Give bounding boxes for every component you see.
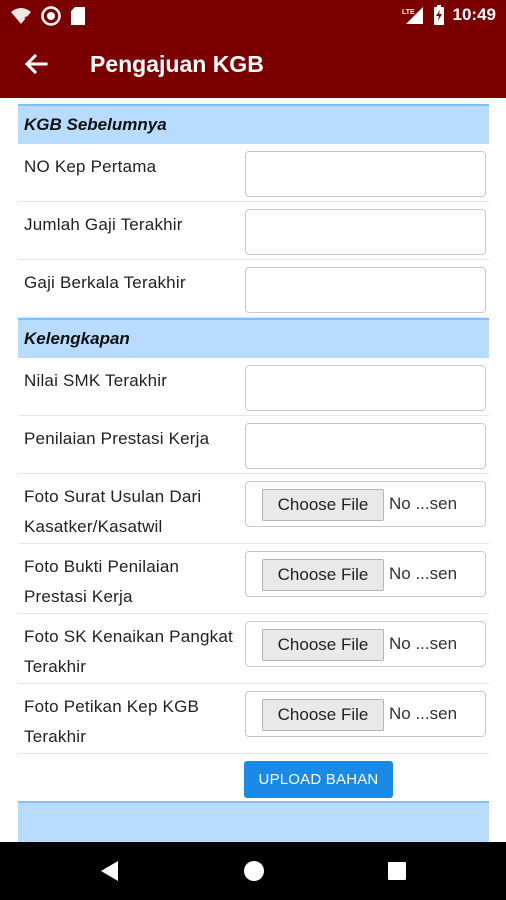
app-bar: Pengajuan KGB bbox=[0, 32, 506, 98]
field-label: NO Kep Pertama bbox=[24, 157, 157, 176]
page-title: Pengajuan KGB bbox=[90, 51, 264, 77]
file-row-sk-kenaikan-pangkat: Foto SK Kenaikan Pangkat Terakhir Choose… bbox=[18, 614, 489, 684]
status-time: 10:49 bbox=[452, 5, 496, 24]
file-input-petikan-kep-kgb[interactable]: Choose File No ...sen bbox=[245, 691, 486, 737]
field-label: Penilaian Prestasi Kerja bbox=[24, 429, 210, 448]
choose-file-button[interactable]: Choose File bbox=[262, 699, 384, 731]
status-bar: ? LTE 10:49 bbox=[0, 0, 506, 32]
no-kep-pertama-input[interactable] bbox=[245, 151, 486, 197]
field-label: Jumlah Gaji Terakhir bbox=[24, 215, 183, 234]
field-label: Foto Bukti Penilaian Prestasi Kerja bbox=[24, 557, 180, 606]
section-title: KGB Sebelumnya bbox=[24, 115, 167, 134]
field-label: Nilai SMK Terakhir bbox=[24, 371, 168, 390]
file-status: No ...sen bbox=[389, 564, 458, 583]
footer-band bbox=[18, 801, 489, 842]
circle-record-icon bbox=[41, 6, 61, 26]
field-label: Foto Surat Usulan Dari Kasatker/Kasatwil bbox=[24, 487, 202, 536]
file-input-sk-kenaikan-pangkat[interactable]: Choose File No ...sen bbox=[245, 621, 486, 667]
field-label: Foto SK Kenaikan Pangkat Terakhir bbox=[24, 627, 233, 676]
choose-file-button[interactable]: Choose File bbox=[262, 489, 384, 521]
svg-text:?: ? bbox=[24, 15, 30, 25]
recents-square-icon[interactable] bbox=[383, 857, 411, 885]
jumlah-gaji-terakhir-input[interactable] bbox=[245, 209, 486, 255]
gaji-berkala-terakhir-input[interactable] bbox=[245, 267, 486, 313]
wifi-question-icon: ? bbox=[11, 8, 31, 25]
nilai-smk-terakhir-input[interactable] bbox=[245, 365, 486, 411]
form-content[interactable]: KGB Sebelumnya NO Kep Pertama Jumlah Gaj… bbox=[0, 98, 506, 842]
section-header-kgb-sebelumnya: KGB Sebelumnya bbox=[18, 104, 489, 144]
svg-text:LTE: LTE bbox=[402, 9, 415, 16]
choose-file-button[interactable]: Choose File bbox=[262, 559, 384, 591]
penilaian-prestasi-kerja-input[interactable] bbox=[245, 423, 486, 469]
file-row-bukti-penilaian: Foto Bukti Penilaian Prestasi Kerja Choo… bbox=[18, 544, 489, 614]
arrow-left-icon[interactable] bbox=[22, 50, 50, 78]
file-status: No ...sen bbox=[389, 494, 458, 513]
field-row-nilai-smk-terakhir: Nilai SMK Terakhir bbox=[18, 358, 489, 416]
choose-file-button[interactable]: Choose File bbox=[262, 629, 384, 661]
lte-signal-icon: LTE bbox=[402, 7, 423, 24]
section-header-kelengkapan: Kelengkapan bbox=[18, 318, 489, 358]
back-triangle-icon[interactable] bbox=[96, 857, 124, 885]
field-row-jumlah-gaji-terakhir: Jumlah Gaji Terakhir bbox=[18, 202, 489, 260]
field-row-no-kep-pertama: NO Kep Pertama bbox=[18, 144, 489, 202]
battery-charging-icon bbox=[433, 5, 444, 25]
field-label: Foto Petikan Kep KGB Terakhir bbox=[24, 697, 200, 746]
file-status: No ...sen bbox=[389, 704, 458, 723]
file-row-petikan-kep-kgb: Foto Petikan Kep KGB Terakhir Choose Fil… bbox=[18, 684, 489, 754]
file-row-surat-usulan: Foto Surat Usulan Dari Kasatker/Kasatwil… bbox=[18, 474, 489, 544]
file-input-bukti-penilaian[interactable]: Choose File No ...sen bbox=[245, 551, 486, 597]
sd-card-icon bbox=[71, 7, 85, 25]
system-nav-bar bbox=[0, 842, 506, 900]
home-circle-icon[interactable] bbox=[240, 857, 268, 885]
field-row-gaji-berkala-terakhir: Gaji Berkala Terakhir bbox=[18, 260, 489, 318]
field-row-penilaian-prestasi-kerja: Penilaian Prestasi Kerja bbox=[18, 416, 489, 474]
upload-bahan-button[interactable]: UPLOAD BAHAN bbox=[244, 761, 393, 798]
section-title: Kelengkapan bbox=[24, 329, 130, 348]
file-status: No ...sen bbox=[389, 634, 458, 653]
file-input-surat-usulan[interactable]: Choose File No ...sen bbox=[245, 481, 486, 527]
field-label: Gaji Berkala Terakhir bbox=[24, 273, 186, 292]
